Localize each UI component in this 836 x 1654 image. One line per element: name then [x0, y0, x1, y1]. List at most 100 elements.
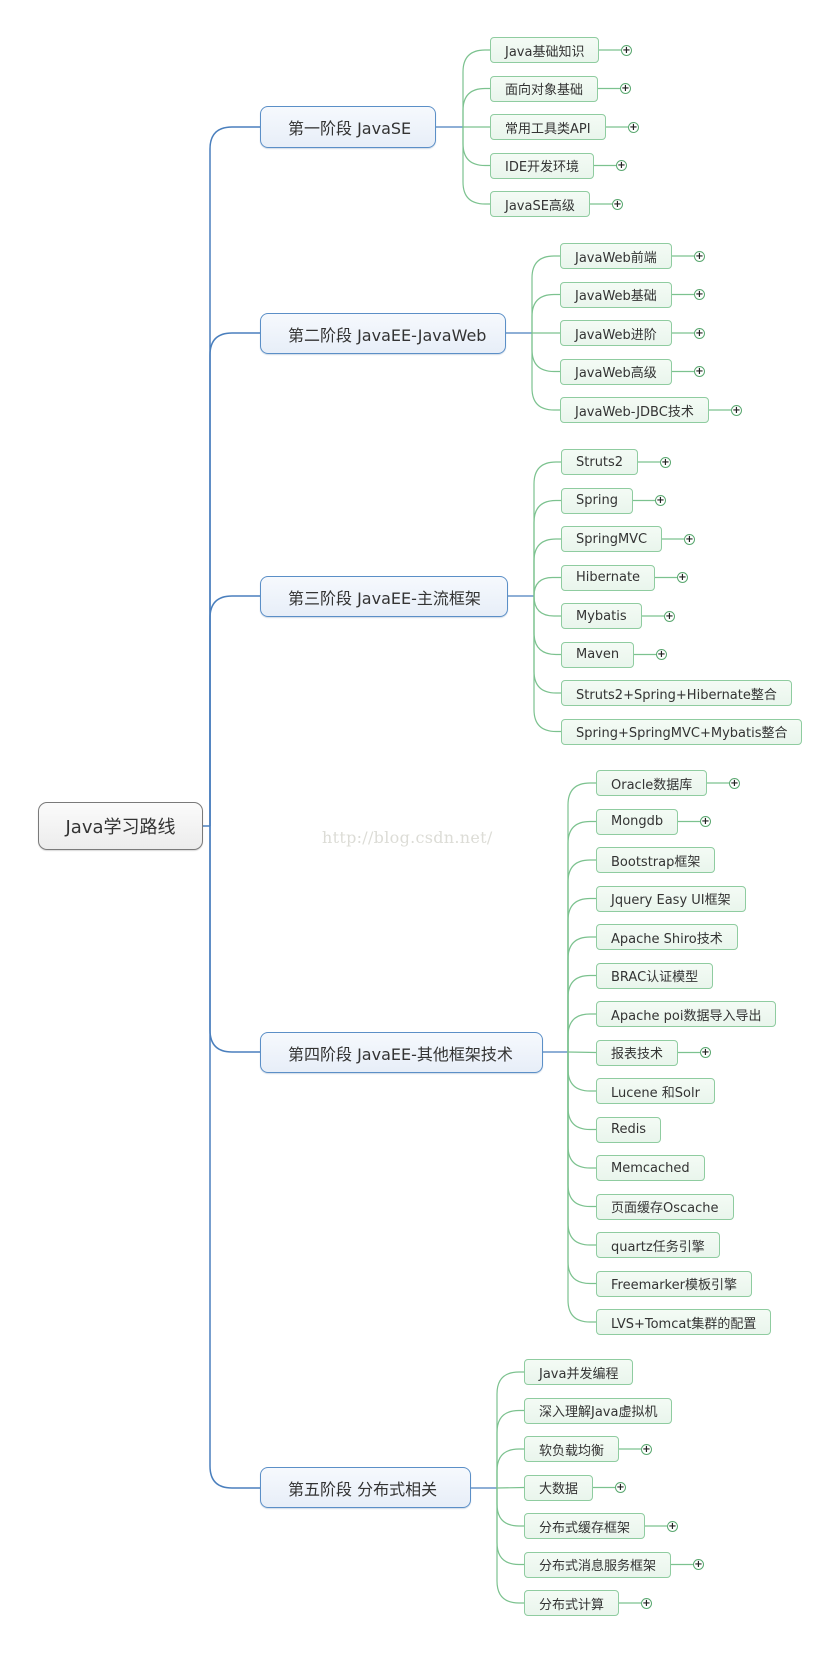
subtopic-node[interactable]: Apache Shiro技术: [596, 924, 738, 950]
subtopic-connector: [533, 538, 561, 596]
expand-plus-icon[interactable]: +: [677, 572, 688, 583]
expand-plus-icon[interactable]: +: [615, 1482, 626, 1493]
expand-plus-icon[interactable]: +: [694, 289, 705, 300]
expand-plus-icon[interactable]: +: [664, 610, 675, 622]
stage-connector: [209, 332, 260, 826]
expand-plus-icon[interactable]: +: [656, 649, 667, 660]
subtopic-label: Spring+SpringMVC+Mybatis整合: [576, 726, 788, 741]
expand-plus-icon[interactable]: +: [621, 44, 632, 56]
subtopic-label: 分布式消息服务框架: [539, 1559, 657, 1574]
expand-plus-icon[interactable]: +: [731, 404, 742, 416]
subtopic-connector: [462, 87, 490, 127]
subtopic-node[interactable]: Struts2+Spring+Hibernate整合: [561, 680, 792, 706]
subtopic-node[interactable]: 分布式计算: [524, 1590, 619, 1616]
subtopic-label: Apache poi数据导入导出: [611, 1008, 762, 1024]
subtopic-node[interactable]: Memcached: [596, 1155, 705, 1181]
expand-plus-icon[interactable]: +: [700, 816, 711, 827]
subtopic-node[interactable]: JavaWeb-JDBC技术: [560, 397, 709, 423]
expand-plus-icon[interactable]: +: [660, 456, 671, 468]
subtopic-label: Bootstrap框架: [611, 854, 701, 870]
subtopic-node[interactable]: JavaWeb前端: [560, 243, 672, 269]
subtopic-label: Memcached: [611, 1160, 690, 1176]
subtopic-label: IDE开发环境: [505, 160, 580, 175]
subtopic-node[interactable]: Maven: [561, 641, 634, 668]
subtopic-node[interactable]: Hibernate: [561, 564, 655, 591]
subtopic-node[interactable]: 软负载均衡: [524, 1436, 619, 1462]
subtopic-label: 深入理解Java虚拟机: [539, 1405, 658, 1420]
expand-plus-icon[interactable]: +: [694, 327, 705, 339]
expand-plus-icon[interactable]: +: [684, 533, 695, 545]
expand-plus-icon[interactable]: +: [694, 366, 705, 377]
stage-topic-3[interactable]: 第三阶段 JavaEE-主流框架: [260, 576, 508, 617]
subtopic-label: Struts2+Spring+Hibernate整合: [576, 687, 777, 703]
expand-plus-icon[interactable]: +: [700, 1047, 711, 1058]
subtopic-node[interactable]: 页面缓存Oscache: [596, 1193, 734, 1220]
stage-topic-label: 第四阶段 JavaEE-其他框架技术: [288, 1044, 513, 1064]
watermark: http://blog.csdn.net/: [322, 828, 493, 847]
subtopic-node[interactable]: 分布式缓存框架: [524, 1513, 645, 1539]
subtopic-node[interactable]: Spring+SpringMVC+Mybatis整合: [561, 718, 802, 745]
subtopic-node[interactable]: SpringMVC: [561, 526, 662, 552]
subtopic-node[interactable]: Java基础知识: [490, 37, 599, 63]
expand-plus-icon[interactable]: +: [694, 250, 705, 262]
subtopic-node[interactable]: Spring: [561, 487, 633, 514]
expand-plus-icon[interactable]: +: [667, 1520, 678, 1532]
subtopic-node[interactable]: Redis: [596, 1116, 661, 1143]
subtopic-label: LVS+Tomcat集群的配置: [611, 1316, 757, 1332]
subtopic-node[interactable]: IDE开发环境: [490, 152, 594, 179]
expand-plus-icon[interactable]: +: [628, 121, 639, 133]
subtopic-label: 常用工具类API: [505, 121, 591, 137]
subtopic-node[interactable]: 深入理解Java虚拟机: [524, 1397, 672, 1424]
expand-plus-icon[interactable]: +: [693, 1559, 704, 1570]
expand-plus-icon[interactable]: +: [612, 198, 623, 210]
subtopic-node[interactable]: JavaWeb高级: [560, 358, 672, 385]
subtopic-connector: [567, 1052, 596, 1092]
subtopic-node[interactable]: quartz任务引擎: [596, 1232, 720, 1258]
subtopic-node[interactable]: JavaWeb基础: [560, 281, 672, 308]
subtopic-node[interactable]: Freemarker模板引擎: [596, 1270, 752, 1297]
subtopic-node[interactable]: Java并发编程: [524, 1359, 633, 1385]
subtopic-connector: [567, 1052, 596, 1246]
subtopic-node[interactable]: BRAC认证模型: [596, 962, 713, 989]
subtopic-node[interactable]: JavaSE高级: [490, 191, 590, 217]
stage-topic-4[interactable]: 第四阶段 JavaEE-其他框架技术: [260, 1032, 543, 1073]
root-topic[interactable]: Java学习路线: [38, 802, 203, 850]
subtopic-node[interactable]: 面向对象基础: [490, 75, 598, 102]
stage-topic-1[interactable]: 第一阶段 JavaSE: [260, 106, 436, 148]
subtopic-node[interactable]: Struts2: [561, 449, 638, 475]
subtopic-node[interactable]: LVS+Tomcat集群的配置: [596, 1309, 771, 1335]
subtopic-node[interactable]: 分布式消息服务框架: [524, 1551, 671, 1578]
subtopic-node[interactable]: Lucene 和Solr: [596, 1078, 715, 1104]
subtopic-connector: [496, 1488, 524, 1604]
subtopic-node[interactable]: Mybatis: [561, 603, 642, 629]
stage-topic-2[interactable]: 第二阶段 JavaEE-JavaWeb: [260, 313, 506, 354]
subtopic-label: 大数据: [539, 1482, 579, 1497]
subtopic-label: Mongdb: [611, 814, 664, 829]
subtopic-label: 分布式缓存框架: [539, 1520, 631, 1536]
subtopic-connector: [496, 1371, 524, 1488]
subtopic-node[interactable]: 报表技术: [596, 1039, 678, 1066]
expand-plus-icon[interactable]: +: [655, 495, 666, 506]
expand-plus-icon[interactable]: +: [729, 777, 740, 789]
subtopic-node[interactable]: Oracle数据库: [596, 770, 707, 796]
expand-plus-icon[interactable]: +: [620, 83, 631, 94]
subtopic-connector: [567, 859, 596, 1052]
subtopic-node[interactable]: Apache poi数据导入导出: [596, 1001, 776, 1027]
subtopic-label: 报表技术: [611, 1047, 664, 1062]
subtopic-connector: [533, 596, 561, 656]
subtopic-label: SpringMVC: [576, 531, 648, 547]
subtopic-node[interactable]: Bootstrap框架: [596, 847, 715, 873]
subtopic-node[interactable]: Mongdb: [596, 808, 678, 835]
subtopic-node[interactable]: 常用工具类API: [490, 114, 606, 140]
stage-topic-5[interactable]: 第五阶段 分布式相关: [260, 1467, 471, 1508]
subtopic-connector: [567, 1052, 596, 1323]
expand-plus-icon[interactable]: +: [616, 160, 627, 171]
subtopic-label: JavaWeb进阶: [575, 327, 657, 343]
expand-plus-icon[interactable]: +: [641, 1443, 652, 1455]
subtopic-connector: [567, 936, 596, 1052]
subtopic-node[interactable]: JavaWeb进阶: [560, 320, 672, 346]
subtopic-node[interactable]: Jquery Easy UI框架: [596, 885, 746, 912]
subtopic-node[interactable]: 大数据: [524, 1474, 593, 1501]
expand-plus-icon[interactable]: +: [641, 1597, 652, 1609]
subtopic-connector: [567, 782, 596, 1052]
